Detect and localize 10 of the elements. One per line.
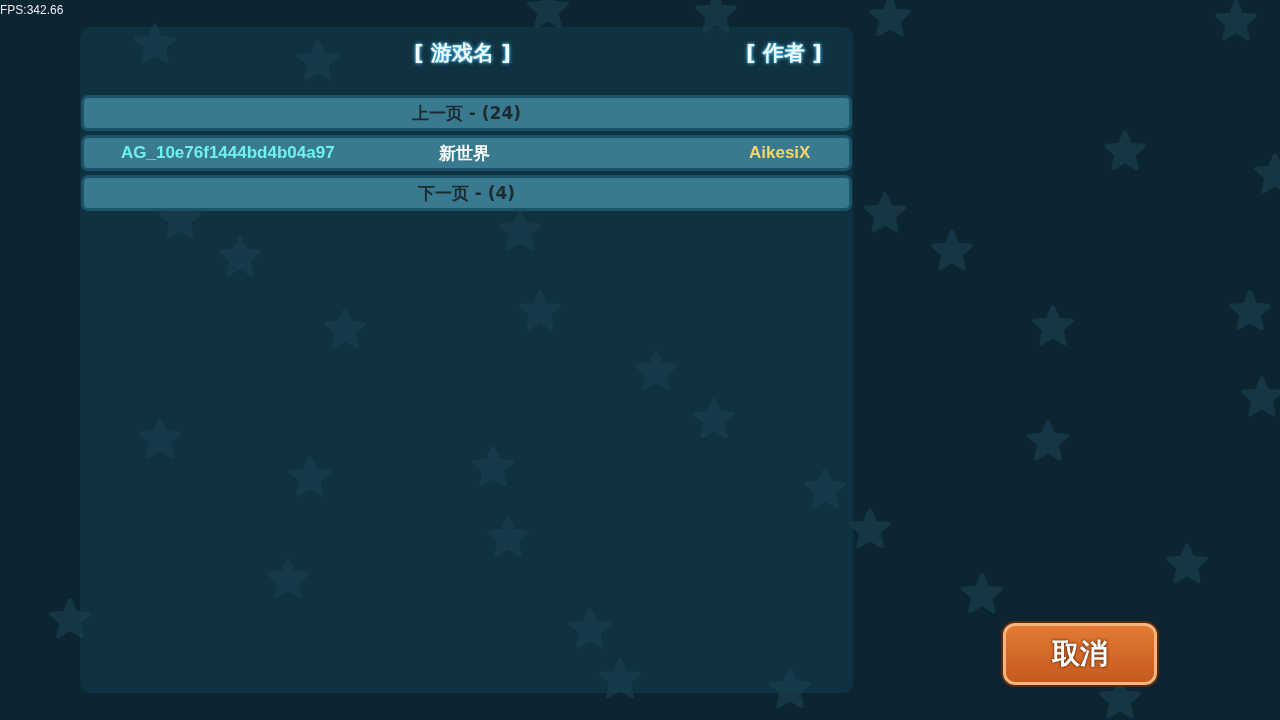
- game-name: 新世界: [439, 141, 490, 165]
- page-button[interactable]: 上一页 - (24): [81, 95, 852, 131]
- column-header: [ 作者 ]: [746, 40, 822, 67]
- game-row[interactable]: AG_10e76f1444bd4b04a97 新世界 AikesiX: [81, 135, 852, 171]
- page-button[interactable]: 下一页 - (4): [81, 175, 852, 211]
- column-header: [ 游戏名 ]: [414, 40, 511, 67]
- fps-counter: FPS:342.66: [0, 3, 64, 17]
- game-id: AG_10e76f1444bd4b04a97: [121, 143, 335, 163]
- cancel-button[interactable]: 取消: [1003, 623, 1157, 685]
- game-author: AikesiX: [749, 143, 811, 163]
